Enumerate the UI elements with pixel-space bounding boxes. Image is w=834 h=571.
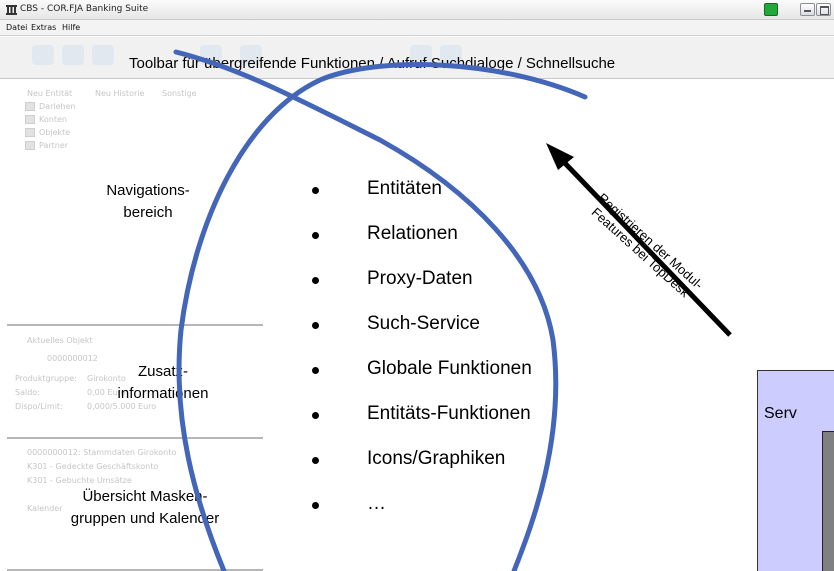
ellipse-stroke xyxy=(173,49,559,571)
